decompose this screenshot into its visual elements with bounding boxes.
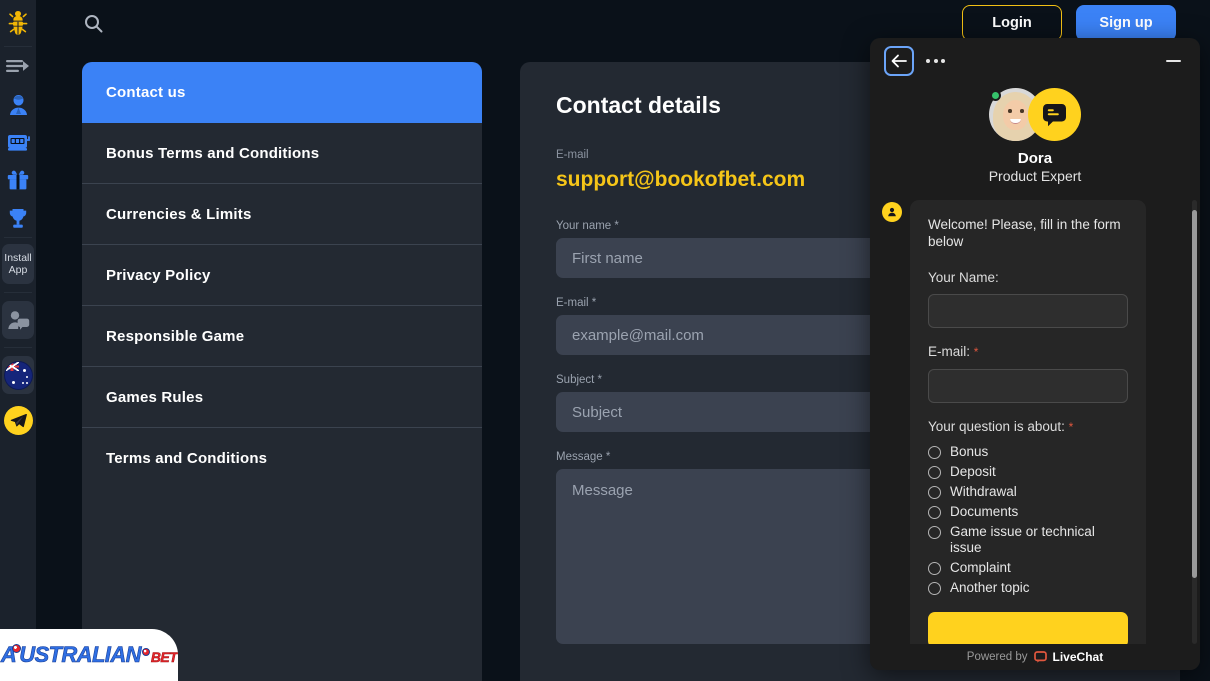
menu-item-privacy-policy[interactable]: Privacy Policy xyxy=(82,245,482,306)
menu-item-label: Games Rules xyxy=(106,388,204,406)
scarab-logo-icon[interactable] xyxy=(2,0,34,46)
radio-option-another-topic[interactable]: Another topic xyxy=(928,580,1128,596)
prechat-submit-button[interactable] xyxy=(928,612,1128,644)
radio-label: Documents xyxy=(950,504,1019,519)
livechat-logo-icon xyxy=(1033,651,1047,663)
radio-label: Deposit xyxy=(950,464,996,479)
livechat-agent-hero: Dora Product Expert xyxy=(870,84,1200,200)
livechat-conversation[interactable]: Welcome! Please, fill in the form below … xyxy=(870,200,1200,644)
rail-divider xyxy=(4,292,32,293)
menu-item-label: Contact us xyxy=(106,84,186,101)
chat-email-input[interactable] xyxy=(928,369,1128,403)
chat-email-label: E-mail: * xyxy=(928,344,979,359)
support-menu: Contact us Bonus Terms and Conditions Cu… xyxy=(82,62,482,489)
signup-button[interactable]: Sign up xyxy=(1076,5,1176,41)
minimize-icon[interactable] xyxy=(1160,48,1186,74)
chat-name-label: Your Name: xyxy=(928,270,999,285)
prechat-form: Welcome! Please, fill in the form below … xyxy=(910,200,1146,644)
page-root: Install App Login Sign up Contact us Bon… xyxy=(0,0,1210,681)
radio-option-game-issue[interactable]: Game issue or technical issue xyxy=(928,524,1128,556)
menu-item-terms-conditions[interactable]: Terms and Conditions xyxy=(82,428,482,489)
contact-email-label: E-mail xyxy=(556,149,589,161)
back-arrow-icon[interactable] xyxy=(884,46,914,76)
radio-label: Bonus xyxy=(950,444,989,459)
menu-arrows-icon[interactable] xyxy=(2,47,34,85)
radio-icon xyxy=(928,486,941,499)
radio-label: Game issue or technical issue xyxy=(950,524,1095,555)
radio-icon xyxy=(928,466,941,479)
menu-item-responsible-game[interactable]: Responsible Game xyxy=(82,306,482,367)
language-flag-icon[interactable] xyxy=(2,356,34,394)
menu-item-bonus-terms[interactable]: Bonus Terms and Conditions xyxy=(82,123,482,184)
online-status-icon xyxy=(990,90,1001,101)
avatar-group xyxy=(989,88,1081,141)
menu-item-games-rules[interactable]: Games Rules xyxy=(82,367,482,428)
menu-item-label: Bonus Terms and Conditions xyxy=(106,144,320,162)
brand-logo[interactable]: A USTRALIAN BET xyxy=(0,629,178,681)
radio-label: Complaint xyxy=(950,560,1011,575)
radio-label: Withdrawal xyxy=(950,484,1017,499)
livechat-bubble-icon xyxy=(1028,88,1081,141)
auth-buttons: Login Sign up xyxy=(962,5,1210,41)
radio-icon xyxy=(928,526,941,539)
chat-name-input[interactable] xyxy=(928,294,1128,328)
radio-option-documents[interactable]: Documents xyxy=(928,504,1128,520)
contact-email-value[interactable]: support@bookofbet.com xyxy=(556,168,805,192)
gift-icon[interactable] xyxy=(2,161,34,199)
required-marker: * xyxy=(1068,420,1074,434)
live-chat-icon[interactable] xyxy=(2,301,34,339)
radio-icon xyxy=(928,582,941,595)
login-button[interactable]: Login xyxy=(962,5,1062,41)
agent-name: Dora xyxy=(1017,150,1053,167)
chat-question-label: Your question is about: * xyxy=(928,419,1074,434)
support-agent-icon[interactable] xyxy=(2,85,34,123)
radio-option-withdrawal[interactable]: Withdrawal xyxy=(928,484,1128,500)
menu-item-currencies-limits[interactable]: Currencies & Limits xyxy=(82,184,482,245)
radio-icon xyxy=(928,562,941,575)
rail-divider xyxy=(4,237,32,238)
trophy-icon[interactable] xyxy=(2,199,34,237)
question-topic-radio-group: Bonus Deposit Withdrawal Documents Game … xyxy=(928,444,1128,596)
radio-option-bonus[interactable]: Bonus xyxy=(928,444,1128,460)
telegram-icon[interactable] xyxy=(2,401,34,439)
install-app-line2: App xyxy=(8,264,28,276)
contact-email-block: E-mail support@bookofbet.com xyxy=(556,149,805,192)
livechat-brand-name: LiveChat xyxy=(1052,650,1104,664)
install-app-button[interactable]: Install App xyxy=(2,244,34,284)
menu-item-label: Responsible Game xyxy=(106,327,245,345)
powered-by-label: Powered by xyxy=(966,651,1028,663)
livechat-footer: Powered by LiveChat xyxy=(870,644,1200,670)
brand-logo-suffix: BET xyxy=(150,649,178,665)
radio-icon xyxy=(928,506,941,519)
menu-item-label: Currencies & Limits xyxy=(106,205,252,223)
chat-message: Welcome! Please, fill in the form below … xyxy=(882,200,1186,644)
chat-scrollbar-thumb[interactable] xyxy=(1192,210,1197,578)
menu-item-label: Privacy Policy xyxy=(106,266,211,284)
brand-logo-main: USTRALIAN xyxy=(19,642,142,667)
more-options-icon[interactable] xyxy=(924,53,947,69)
search-icon xyxy=(84,14,102,32)
slot-machine-icon[interactable] xyxy=(2,123,34,161)
radio-label: Another topic xyxy=(950,580,1030,595)
left-icon-rail: Install App xyxy=(0,0,36,681)
livechat-header-bar xyxy=(870,38,1200,84)
radio-option-deposit[interactable]: Deposit xyxy=(928,464,1128,480)
search-input[interactable] xyxy=(80,10,106,36)
menu-item-contact-us[interactable]: Contact us xyxy=(82,62,482,123)
menu-item-label: Terms and Conditions xyxy=(106,450,268,467)
agent-role: Product Expert xyxy=(988,168,1082,184)
livechat-widget: Dora Product Expert Welcome! Please, fil… xyxy=(870,38,1200,670)
radio-icon xyxy=(928,446,941,459)
brand-logo-ball2-icon xyxy=(141,648,150,656)
rail-divider xyxy=(4,347,32,348)
install-app-line1: Install xyxy=(4,252,32,264)
radio-option-complaint[interactable]: Complaint xyxy=(928,560,1128,576)
welcome-message: Welcome! Please, fill in the form below xyxy=(928,217,1121,249)
required-marker: * xyxy=(973,345,979,359)
agent-badge-icon xyxy=(882,202,902,222)
